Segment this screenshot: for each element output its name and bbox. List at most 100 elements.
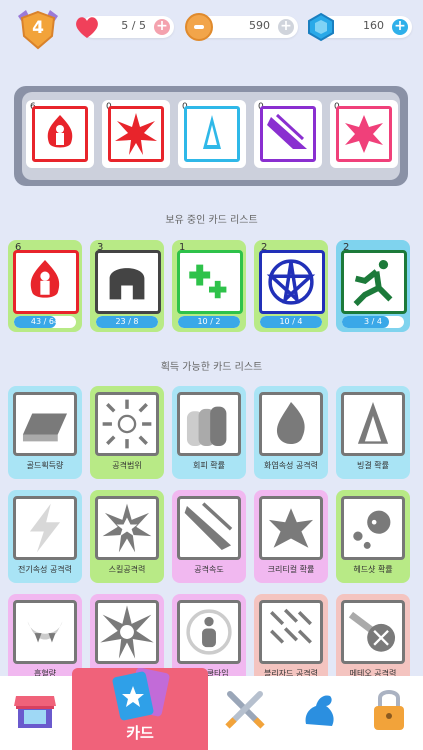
equipped-slot-frame bbox=[260, 106, 316, 162]
available-card[interactable]: 블리자드 공격력 bbox=[254, 594, 328, 687]
coins-pill: 590 + bbox=[185, 13, 298, 41]
available-card-frame bbox=[259, 496, 323, 560]
available-card-name: 골드획득량 bbox=[26, 461, 64, 470]
available-card-name: 크리티컬 확률 bbox=[267, 565, 315, 574]
available-card[interactable]: 헤드샷 확률 bbox=[336, 490, 410, 583]
available-card[interactable]: 흡혈량 bbox=[8, 594, 82, 687]
available-card[interactable]: 전기속성 공격력 bbox=[8, 490, 82, 583]
fire-figure-icon bbox=[16, 253, 74, 311]
available-card[interactable]: 공격범위 bbox=[90, 386, 164, 479]
equipped-slot-frame bbox=[184, 106, 240, 162]
gems-value: 160 bbox=[363, 19, 384, 32]
add-hearts-button[interactable]: + bbox=[154, 19, 170, 35]
meteor-icon bbox=[344, 603, 402, 661]
owned-card-frame bbox=[13, 250, 79, 314]
available-card-frame bbox=[341, 496, 405, 560]
owned-card[interactable]: 2 10 / 4 bbox=[254, 240, 328, 332]
owned-card[interactable]: 6 43 / 64 bbox=[8, 240, 82, 332]
available-card-name: 스킬공격력 bbox=[108, 565, 146, 574]
available-card-frame bbox=[13, 496, 77, 560]
owned-card[interactable]: 1 10 / 2 bbox=[172, 240, 246, 332]
owned-card-progress-text: 3 / 4 bbox=[364, 317, 382, 326]
fire-figure-icon bbox=[35, 109, 85, 159]
available-card[interactable]: 회피 확률 bbox=[172, 386, 246, 479]
afterimage-icon bbox=[180, 395, 238, 453]
available-card[interactable]: 스킬공격력 bbox=[90, 490, 164, 583]
vampire-icon bbox=[16, 603, 74, 661]
shield-figure-icon bbox=[180, 603, 238, 661]
equipped-slot[interactable]: 6 bbox=[26, 100, 94, 168]
owned-card-frame bbox=[95, 250, 161, 314]
nav-strength[interactable] bbox=[296, 684, 346, 734]
available-card[interactable]: 골드획득량 bbox=[8, 386, 82, 479]
shop-icon bbox=[14, 696, 56, 728]
available-card-frame bbox=[95, 600, 159, 664]
padlock-icon bbox=[374, 690, 404, 730]
cards-icon bbox=[112, 667, 170, 721]
available-card-frame bbox=[177, 392, 241, 456]
equipped-slot[interactable]: 0 bbox=[254, 100, 322, 168]
nav-cards-tab[interactable]: 카드 bbox=[72, 667, 208, 750]
equipped-slot[interactable]: 0 bbox=[178, 100, 246, 168]
owned-card-frame bbox=[177, 250, 243, 314]
heart-icon bbox=[76, 17, 98, 38]
available-card-name: 공격범위 bbox=[112, 461, 142, 470]
equipped-slot[interactable]: 0 bbox=[102, 100, 170, 168]
pentagram-icon bbox=[262, 253, 320, 311]
bottom-nav bbox=[0, 676, 423, 750]
nav-locked[interactable] bbox=[364, 684, 414, 734]
owned-card-progress-bar: 10 / 2 bbox=[178, 316, 240, 328]
critical-burst-icon bbox=[262, 499, 320, 557]
owned-card-frame bbox=[259, 250, 325, 314]
helmet-icon bbox=[98, 253, 156, 311]
owned-card[interactable]: 3 23 / 8 bbox=[90, 240, 164, 332]
owned-card-progress-text: 10 / 2 bbox=[197, 317, 221, 326]
nav-shop[interactable] bbox=[10, 684, 60, 734]
available-card[interactable]: 화염속성 공격력 bbox=[254, 386, 328, 479]
available-card-frame bbox=[13, 392, 77, 456]
owned-section-title: 보유 중인 카드 리스트 bbox=[165, 215, 258, 226]
available-card-frame bbox=[177, 496, 241, 560]
add-coins-button[interactable]: + bbox=[278, 19, 294, 35]
level-badge[interactable]: 4 bbox=[14, 8, 62, 50]
available-card[interactable]: 크리티컬 확률 bbox=[254, 490, 328, 583]
add-gems-button[interactable]: + bbox=[392, 19, 408, 35]
gems-pill: 160 + bbox=[308, 12, 412, 42]
equipped-slot-frame bbox=[336, 106, 392, 162]
burst-icon bbox=[111, 109, 161, 159]
owned-card-progress-text: 43 / 64 bbox=[30, 317, 60, 326]
available-card-name: 공격속도 bbox=[194, 565, 224, 574]
hearts-pill: 5 / 5 + bbox=[76, 16, 174, 38]
status-bar: 4 5 / 5 + 590 + 160 + bbox=[0, 0, 423, 56]
available-card[interactable]: 빙결 확률 bbox=[336, 386, 410, 479]
headshot-skull-icon bbox=[344, 499, 402, 557]
equipped-slot-frame bbox=[32, 106, 88, 162]
available-card[interactable]: 메테오 공격력 bbox=[336, 594, 410, 687]
available-card-frame bbox=[341, 600, 405, 664]
available-card-frame bbox=[13, 600, 77, 664]
speed-streak-icon bbox=[180, 499, 238, 557]
available-card-name: 회피 확률 bbox=[193, 461, 225, 470]
nav-battle[interactable] bbox=[220, 684, 270, 734]
explosion-icon bbox=[98, 603, 156, 661]
available-card-frame bbox=[341, 392, 405, 456]
owned-card-frame bbox=[341, 250, 407, 314]
available-card-name: 빙결 확률 bbox=[357, 461, 389, 470]
runner-icon bbox=[344, 253, 402, 311]
equipped-slot[interactable]: 0 bbox=[330, 100, 398, 168]
ice-icon bbox=[344, 395, 402, 453]
available-card-name: 화염속성 공격력 bbox=[263, 461, 319, 470]
gem-icon bbox=[308, 12, 334, 42]
owned-card-progress-text: 23 / 8 bbox=[115, 317, 139, 326]
level-number: 4 bbox=[32, 18, 44, 38]
available-card-frame bbox=[95, 392, 159, 456]
available-card[interactable]: 공격속도 bbox=[172, 490, 246, 583]
owned-card-progress-bar: 10 / 4 bbox=[260, 316, 322, 328]
pink-star-burst-icon bbox=[339, 109, 389, 159]
lightning-streak-icon bbox=[263, 109, 313, 159]
owned-card-progress-bar: 3 / 4 bbox=[342, 316, 404, 328]
crosshair-icon bbox=[98, 395, 156, 453]
available-card-name: 전기속성 공격력 bbox=[17, 565, 73, 574]
gold-bar-icon bbox=[16, 395, 74, 453]
owned-card[interactable]: 2 3 / 4 bbox=[336, 240, 410, 332]
